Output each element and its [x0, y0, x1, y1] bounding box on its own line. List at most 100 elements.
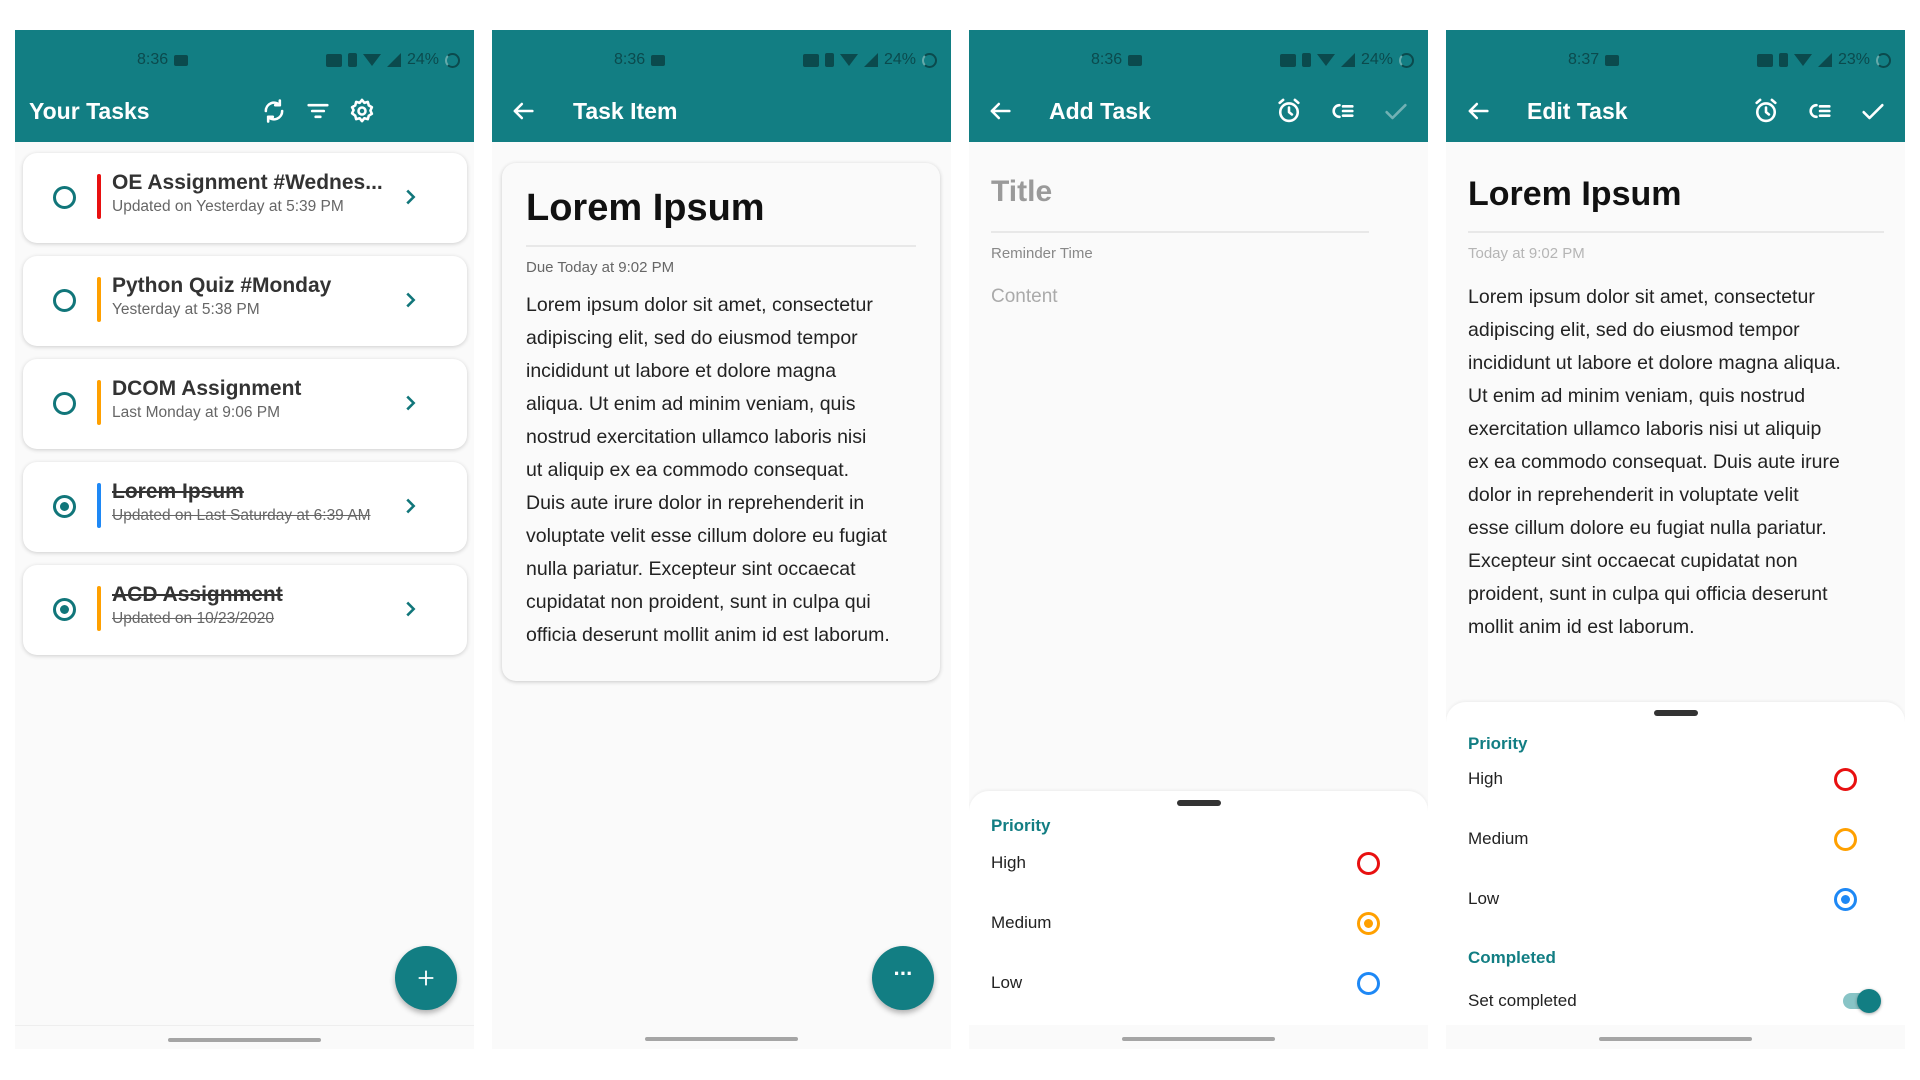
nav-bar: [492, 1025, 951, 1049]
chevron-right-icon[interactable]: [399, 597, 421, 621]
complete-radio[interactable]: [53, 598, 76, 621]
vibrate-icon: [824, 53, 834, 67]
back-arrow-icon[interactable]: [509, 97, 537, 125]
checklist-icon[interactable]: [1329, 97, 1357, 125]
priority-radio-high[interactable]: [1834, 768, 1857, 791]
status-bar-indicators: 24%: [802, 50, 937, 70]
sheet-drag-handle[interactable]: [1654, 710, 1698, 716]
task-title: Lorem Ipsum: [526, 187, 765, 229]
priority-indicator: [97, 174, 101, 219]
reminder-time-field[interactable]: Today at 9:02 PM: [1468, 244, 1585, 264]
filter-icon[interactable]: [304, 97, 332, 125]
content-line: incididunt ut labore et dolore magna ali…: [1468, 352, 1841, 374]
content-line: nostrud exercitation ullamco laboris nis…: [526, 426, 867, 448]
content-line: mollit anim id est laborum.: [1468, 616, 1695, 638]
content-input[interactable]: Content: [991, 285, 1058, 309]
priority-radio-high[interactable]: [1357, 852, 1380, 875]
task-title: DCOM Assignment: [112, 377, 302, 400]
alarm-icon[interactable]: [1275, 97, 1303, 125]
task-card[interactable]: Lorem Ipsum Updated on Last Saturday at …: [23, 462, 467, 552]
content-line: adipiscing elit, sed do eiusmod tempor: [1468, 319, 1800, 341]
status-bar-time: 8:36: [614, 50, 666, 70]
set-completed-toggle[interactable]: [1843, 989, 1881, 1013]
priority-option-low[interactable]: Low: [1468, 888, 1499, 910]
alarm-icon[interactable]: [1752, 97, 1780, 125]
complete-radio[interactable]: [53, 289, 76, 312]
status-bar-time: 8:36: [137, 50, 189, 70]
priority-radio-low[interactable]: [1357, 972, 1380, 995]
add-task-screen: 8:36 24% Add Task Title Reminder Time Co…: [969, 30, 1428, 1049]
sync-icon[interactable]: [260, 97, 288, 125]
chevron-right-icon[interactable]: [399, 288, 421, 312]
battery-icon: [1876, 52, 1891, 68]
save-check-icon[interactable]: [1859, 97, 1887, 125]
wifi-icon: [839, 54, 858, 66]
complete-radio[interactable]: [53, 392, 76, 415]
priority-option-high[interactable]: High: [991, 852, 1026, 874]
chevron-right-icon[interactable]: [399, 185, 421, 209]
title-input[interactable]: Lorem Ipsum: [1468, 171, 1681, 217]
priority-sheet: Priority High Medium Low: [969, 791, 1428, 1025]
reminder-time-field[interactable]: Reminder Time: [991, 244, 1093, 264]
chevron-right-icon[interactable]: [399, 494, 421, 518]
task-card[interactable]: OE Assignment #Wednes... Updated on Yest…: [23, 153, 467, 243]
wifi-icon: [1316, 54, 1335, 66]
signal-icon: [386, 53, 401, 67]
task-card[interactable]: Python Quiz #Monday Yesterday at 5:38 PM: [23, 256, 467, 346]
content-line: incididunt ut labore et dolore magna: [526, 360, 837, 382]
priority-option-high[interactable]: High: [1468, 768, 1503, 790]
task-card[interactable]: ACD Assignment Updated on 10/23/2020: [23, 565, 467, 655]
priority-radio-medium[interactable]: [1357, 912, 1380, 935]
clock: 8:36: [614, 51, 646, 68]
battery-icon: [1399, 52, 1414, 68]
task-card: Lorem Ipsum Due Today at 9:02 PM Lorem i…: [502, 163, 940, 681]
set-completed-label: Set completed: [1468, 991, 1577, 1010]
nav-bar: [15, 1025, 474, 1049]
title-divider: [1468, 231, 1884, 233]
priority-option-medium[interactable]: Medium: [1468, 828, 1528, 850]
back-arrow-icon[interactable]: [1464, 97, 1492, 125]
chevron-right-icon[interactable]: [399, 391, 421, 415]
battery-percent: 24%: [1360, 51, 1393, 68]
notification-icon: [651, 54, 666, 66]
content-line: esse cillum dolore eu fugiat nulla paria…: [1468, 517, 1827, 539]
app-bar: 8:36 24% Add Task: [969, 30, 1428, 142]
content-line: cupidatat non proident, sunt in culpa qu…: [526, 591, 871, 613]
checklist-icon[interactable]: [1806, 97, 1834, 125]
wifi-icon: [362, 54, 381, 66]
page-title: Your Tasks: [29, 98, 150, 124]
home-gesture-handle[interactable]: [1599, 1037, 1752, 1041]
task-subtitle: Yesterday at 5:38 PM: [112, 301, 260, 318]
priority-option-low[interactable]: Low: [991, 972, 1022, 994]
page-title: Task Item: [573, 98, 678, 124]
signal-icon: [1340, 53, 1355, 67]
sheet-drag-handle[interactable]: [1177, 800, 1221, 806]
vowifi-icon: [802, 53, 819, 67]
task-subtitle: Updated on Yesterday at 5:39 PM: [112, 198, 344, 215]
add-task-button[interactable]: [395, 946, 457, 1010]
back-arrow-icon[interactable]: [986, 97, 1014, 125]
home-gesture-handle[interactable]: [645, 1037, 798, 1041]
status-bar-indicators: 24%: [1279, 50, 1414, 70]
title-input[interactable]: Title: [991, 172, 1052, 212]
home-gesture-handle[interactable]: [1122, 1037, 1275, 1041]
priority-radio-low[interactable]: [1834, 888, 1857, 911]
save-check-icon[interactable]: [1382, 97, 1410, 125]
clock: 8:37: [1568, 51, 1600, 68]
task-title: OE Assignment #Wednes...: [112, 171, 383, 194]
complete-radio[interactable]: [53, 186, 76, 209]
priority-option-medium[interactable]: Medium: [991, 912, 1051, 934]
completed-heading: Completed: [1468, 948, 1556, 967]
task-card[interactable]: DCOM Assignment Last Monday at 9:06 PM: [23, 359, 467, 449]
complete-radio[interactable]: [53, 495, 76, 518]
priority-radio-medium[interactable]: [1834, 828, 1857, 851]
app-bar: 8:37 23% Edit Task: [1446, 30, 1905, 142]
due-date: Due Today at 9:02 PM: [526, 259, 675, 276]
priority-indicator: [97, 483, 101, 528]
content-line: ex ea commodo consequat. Duis aute irure: [1468, 451, 1840, 473]
priority-heading: Priority: [1468, 734, 1528, 753]
battery-percent: 23%: [1837, 51, 1870, 68]
more-options-button[interactable]: ···: [872, 946, 934, 1010]
gear-icon[interactable]: [348, 97, 376, 125]
home-gesture-handle[interactable]: [168, 1038, 321, 1042]
